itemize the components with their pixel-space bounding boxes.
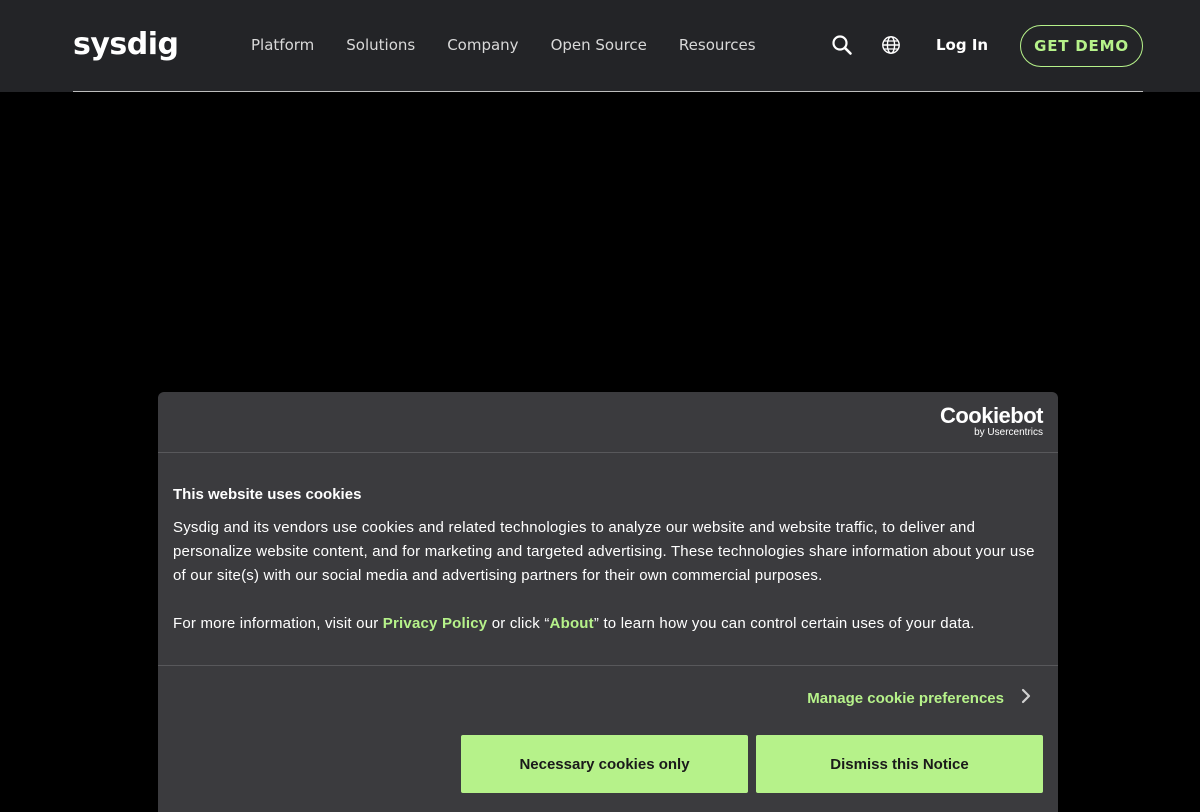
chevron-right-icon <box>1020 688 1032 709</box>
cookie-more-info: For more information, visit our Privacy … <box>173 612 1043 636</box>
cookie-banner-title: This website uses cookies <box>173 486 362 503</box>
main-nav: Platform Solutions Company Open Source R… <box>251 34 788 56</box>
manage-cookie-label: Manage cookie preferences <box>807 690 1004 707</box>
more-info-suffix: ” to learn how you can control certain u… <box>593 615 975 632</box>
search-icon[interactable] <box>830 33 854 57</box>
about-link[interactable]: About <box>550 615 594 632</box>
more-info-prefix: For more information, visit our <box>173 615 383 632</box>
cookie-banner-header: Cookiebot by Usercentrics <box>158 392 1058 453</box>
cookiebot-brand: Cookiebot <box>939 403 1044 428</box>
nav-platform[interactable]: Platform <box>251 34 314 56</box>
privacy-policy-link[interactable]: Privacy Policy <box>383 615 488 632</box>
nav-company[interactable]: Company <box>447 34 518 56</box>
cookiebot-logo[interactable]: Cookiebot by Usercentrics <box>939 403 1044 439</box>
manage-cookie-preferences[interactable]: Manage cookie preferences <box>807 688 1032 709</box>
nav-solutions[interactable]: Solutions <box>346 34 415 56</box>
more-info-mid: or click “ <box>487 615 550 632</box>
get-demo-button[interactable]: GET DEMO <box>1020 25 1143 67</box>
necessary-cookies-button[interactable]: Necessary cookies only <box>461 735 748 793</box>
cookiebot-brand-sub: by Usercentrics <box>974 427 1043 438</box>
cookie-banner-body: This website uses cookies Sysdig and its… <box>158 453 1058 666</box>
cookie-button-row: Necessary cookies only Dismiss this Noti… <box>461 735 1043 793</box>
login-link[interactable]: Log In <box>936 34 988 56</box>
cookie-banner-text: Sysdig and its vendors use cookies and r… <box>173 519 1035 584</box>
top-navigation-bar: sysdig Platform Solutions Company Open S… <box>0 0 1200 92</box>
cookie-banner: Cookiebot by Usercentrics This website u… <box>158 392 1058 812</box>
dismiss-notice-button[interactable]: Dismiss this Notice <box>756 735 1043 793</box>
header-divider <box>73 91 1143 92</box>
nav-resources[interactable]: Resources <box>679 34 756 56</box>
sysdig-logo[interactable]: sysdig <box>73 25 179 65</box>
globe-icon[interactable] <box>879 33 903 57</box>
nav-open-source[interactable]: Open Source <box>551 34 647 56</box>
